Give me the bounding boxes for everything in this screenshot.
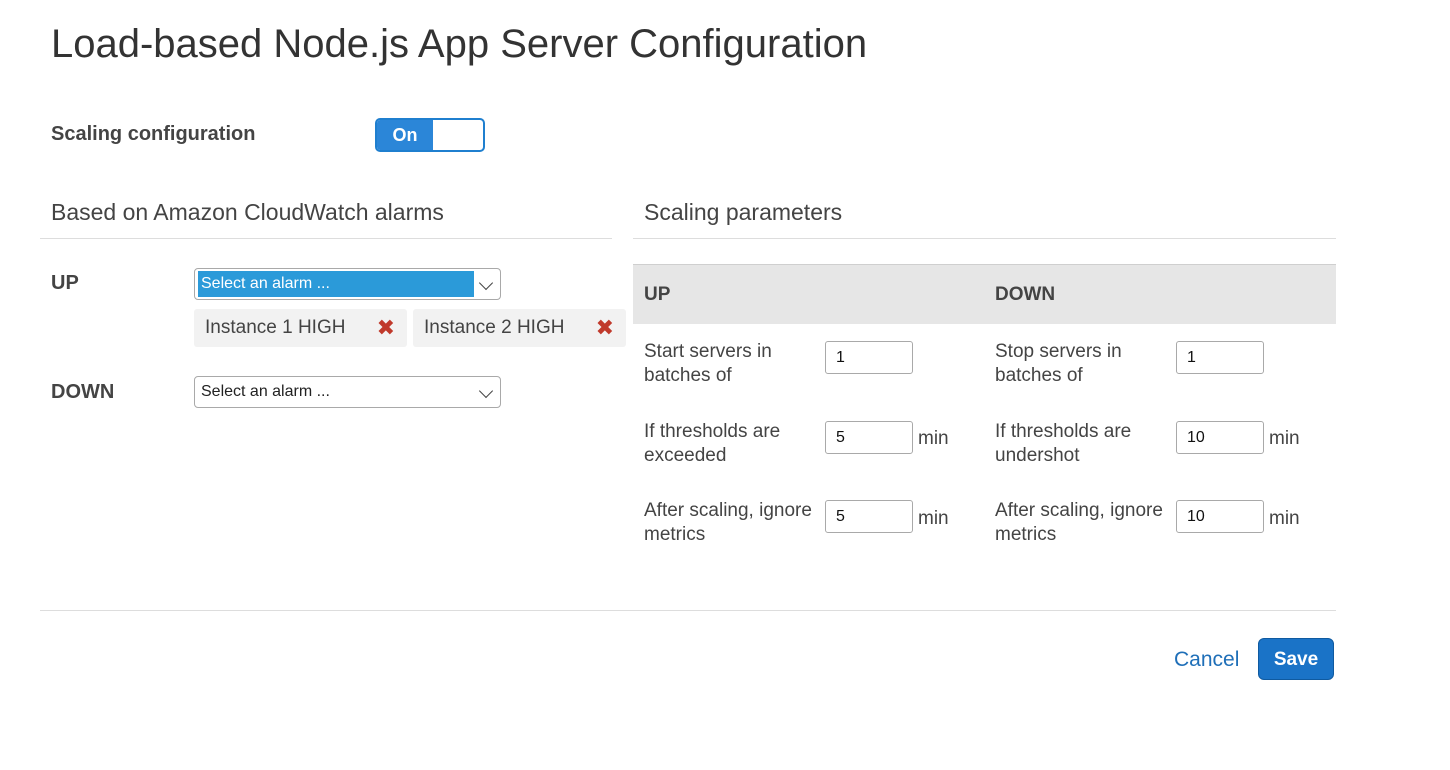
- up-batch-input[interactable]: [825, 341, 913, 374]
- down-threshold-label: If thresholds are undershot: [995, 421, 1132, 466]
- alarm-chip-label: Instance 1 HIGH: [205, 317, 346, 338]
- down-ignore-label: After scaling, ignore metrics: [995, 500, 1163, 545]
- up-threshold-label: If thresholds are exceeded: [644, 421, 781, 466]
- unit-label: min: [918, 508, 949, 529]
- down-alarm-select[interactable]: Select an alarm ...: [194, 376, 501, 408]
- unit-label: min: [1269, 428, 1300, 449]
- down-batch-input[interactable]: [1176, 341, 1264, 374]
- down-label: DOWN: [51, 381, 115, 403]
- down-column-header: DOWN: [995, 284, 1056, 305]
- unit-label: min: [918, 428, 949, 449]
- up-batch-label: Start servers in batches of: [644, 341, 772, 386]
- alarms-section-title: Based on Amazon CloudWatch alarms: [51, 199, 444, 225]
- scaling-configuration-label: Scaling configuration: [51, 123, 256, 145]
- params-table-header: UP DOWN: [633, 264, 1336, 324]
- down-ignore-input[interactable]: [1176, 500, 1264, 533]
- params-section-title: Scaling parameters: [644, 199, 843, 225]
- footer-divider: [40, 610, 1336, 611]
- up-ignore-label: After scaling, ignore metrics: [644, 500, 812, 545]
- up-alarm-select[interactable]: Select an alarm ...: [194, 268, 501, 300]
- alarm-chip: Instance 2 HIGH ✖: [413, 309, 626, 347]
- scaling-toggle[interactable]: On: [375, 118, 485, 152]
- up-label: UP: [51, 272, 79, 294]
- alarm-chip-label: Instance 2 HIGH: [424, 317, 565, 338]
- chevron-down-icon: [478, 275, 494, 291]
- up-threshold-input[interactable]: [825, 421, 913, 454]
- save-button[interactable]: Save: [1258, 638, 1334, 680]
- toggle-on-label: On: [377, 120, 433, 150]
- up-column-header: UP: [644, 284, 671, 305]
- remove-icon[interactable]: ✖: [377, 309, 395, 347]
- remove-icon[interactable]: ✖: [596, 309, 614, 347]
- down-threshold-input[interactable]: [1176, 421, 1264, 454]
- cancel-link[interactable]: Cancel: [1174, 648, 1239, 672]
- params-divider: [633, 238, 1336, 239]
- alarms-divider: [40, 238, 612, 239]
- unit-label: min: [1269, 508, 1300, 529]
- down-alarm-select-value: Select an alarm ...: [201, 383, 330, 400]
- toggle-knob: [433, 120, 483, 150]
- chevron-down-icon: [478, 383, 494, 399]
- up-alarm-select-value: Select an alarm ...: [198, 271, 474, 297]
- up-ignore-input[interactable]: [825, 500, 913, 533]
- down-batch-label: Stop servers in batches of: [995, 341, 1122, 386]
- page-title: Load-based Node.js App Server Configurat…: [51, 22, 868, 66]
- alarm-chip: Instance 1 HIGH ✖: [194, 309, 407, 347]
